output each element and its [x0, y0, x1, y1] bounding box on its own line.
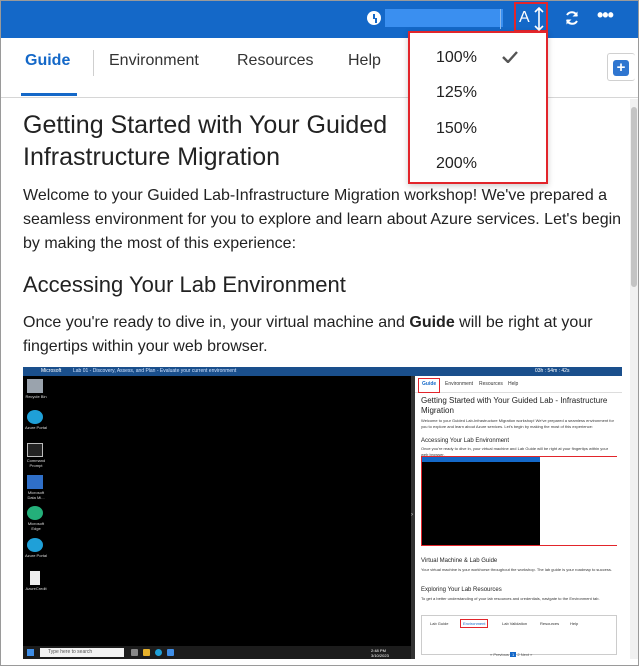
guide-title-line1: Getting Started with Your Guided	[23, 111, 388, 139]
mini-bottom-tab: Resources	[540, 621, 560, 626]
section-paragraph: Once you're ready to dive in, your virtu…	[23, 311, 623, 359]
refresh-icon[interactable]	[564, 10, 580, 26]
lab-window: A ••• Guide Environment Resources Help +…	[0, 0, 639, 666]
zoom-option-100[interactable]: 100%	[436, 49, 477, 67]
vm-title: Lab 01 - Discovery, Assess, and Plan - E…	[73, 368, 237, 374]
section-text: Once you're ready to dive in, your virtu…	[23, 314, 410, 331]
font-size-label: A	[519, 9, 530, 26]
taskbar-search: Type here to search	[40, 648, 124, 657]
mini-guide-panel: Guide Environment Resources Help Getting…	[415, 376, 622, 659]
toolbar-divider	[500, 9, 501, 29]
desktop-label: Command Prompt	[26, 458, 46, 468]
mini-screenshot-guide	[540, 457, 617, 545]
lab-environment-screenshot: Microsoft Lab 01 - Discovery, Assess, an…	[23, 367, 622, 659]
tab-guide[interactable]: Guide	[25, 52, 70, 70]
mini-tab-environment: Environment	[445, 381, 474, 387]
edge-icon	[155, 649, 162, 656]
mini-paragraph: To get a better understanding of your la…	[421, 596, 600, 601]
desktop-label: AzureCredit	[25, 586, 47, 591]
more-options-icon[interactable]: •••	[597, 6, 615, 26]
mini-tab-help: Help	[508, 381, 519, 387]
desktop-label: Azure Portal	[24, 553, 47, 558]
taskview-icon	[131, 649, 138, 656]
zoom-dropdown: 100% 125% 150% 200%	[408, 31, 548, 184]
mini-paragraph: Once you're ready to dive in, your virtu…	[421, 446, 609, 456]
clock-icon	[367, 11, 381, 25]
add-icon[interactable]: +	[613, 60, 629, 76]
recycle-bin-icon	[27, 379, 43, 393]
edge-icon	[27, 538, 43, 552]
mini-intro: Welcome to your Guided Lab-Infrastructur…	[421, 418, 614, 429]
desktop-label: Recycle Bin	[25, 394, 47, 399]
file-icon	[30, 571, 40, 585]
pager-page: 1	[510, 652, 517, 657]
pager-next: Next »	[520, 652, 533, 657]
brand-label: Microsoft	[41, 368, 62, 374]
mini-bottom-tab: Environment	[460, 619, 489, 628]
font-size-button[interactable]: A	[514, 2, 548, 32]
tab-environment[interactable]: Environment	[109, 52, 199, 70]
edge-icon	[27, 410, 43, 424]
chevron-right-icon: ›	[411, 512, 413, 518]
mini-title: Getting Started with Your Guided Lab - I…	[421, 396, 608, 415]
taskbar-clock: 2:48 PM 3/10/2023	[371, 648, 389, 658]
desktop-label: Microsoft Data Mi...	[27, 490, 45, 500]
mini-tab-resources: Resources	[479, 381, 503, 387]
mini-bottom-panel: Lab Guide Environment Lab Validation Res…	[421, 615, 617, 655]
guide-title: Getting Started with Your Guided Infrast…	[23, 109, 423, 173]
mini-tab-bar: Guide Environment Resources Help	[415, 376, 622, 393]
command-prompt-icon	[27, 443, 43, 457]
zoom-option-150[interactable]: 150%	[436, 120, 477, 138]
desktop-label: Azure Portal	[24, 425, 47, 430]
mini-pager: « Previous 1 2 Next »	[490, 652, 532, 657]
resize-arrows-icon	[534, 7, 544, 31]
tab-divider	[93, 50, 94, 76]
guide-bold: Guide	[409, 314, 455, 331]
store-icon	[167, 649, 174, 656]
pager-page: 2	[517, 652, 520, 657]
mini-heading: Virtual Machine & Lab Guide	[421, 558, 498, 564]
vm-taskbar: Type here to search 2:48 PM 3/10/2023	[23, 646, 415, 659]
scrollbar[interactable]	[630, 99, 638, 659]
vm-timer: 03h : 54m : 42s	[535, 368, 570, 374]
guide-intro: Welcome to your Guided Lab-Infrastructur…	[23, 187, 622, 252]
active-tab-indicator	[21, 93, 77, 96]
mini-screenshot	[421, 456, 617, 546]
desktop-label: Microsoft Edge	[27, 521, 45, 531]
vm-title-bar: Microsoft Lab 01 - Discovery, Assess, an…	[23, 367, 622, 376]
mini-heading: Accessing Your Lab Environment	[421, 438, 510, 444]
mini-tab-guide: Guide	[422, 381, 437, 387]
folder-icon	[143, 649, 150, 656]
clock-date: 3/10/2023	[371, 653, 389, 658]
mini-bottom-tab: Lab Guide	[430, 621, 449, 626]
timer-display	[385, 9, 503, 27]
section-heading: Accessing Your Lab Environment	[23, 272, 346, 297]
mini-bottom-tab: Lab Validation	[502, 621, 528, 626]
guide-title-line2: Infrastructure Migration	[23, 143, 281, 171]
zoom-option-125[interactable]: 125%	[436, 84, 477, 102]
checkmark-icon	[502, 51, 518, 63]
mini-heading: Exploring Your Lab Resources	[421, 587, 502, 593]
windows-icon	[27, 649, 34, 656]
tab-resources[interactable]: Resources	[237, 52, 313, 70]
data-migration-icon	[27, 475, 43, 489]
scrollbar-thumb[interactable]	[631, 107, 637, 287]
tab-help[interactable]: Help	[348, 52, 381, 70]
mini-paragraph: Your virtual machine is your workhorse t…	[421, 567, 612, 572]
pager-prev: « Previous	[490, 652, 509, 657]
zoom-option-200[interactable]: 200%	[436, 155, 477, 173]
edge-icon	[27, 506, 43, 520]
mini-bottom-tab: Help	[570, 621, 579, 626]
